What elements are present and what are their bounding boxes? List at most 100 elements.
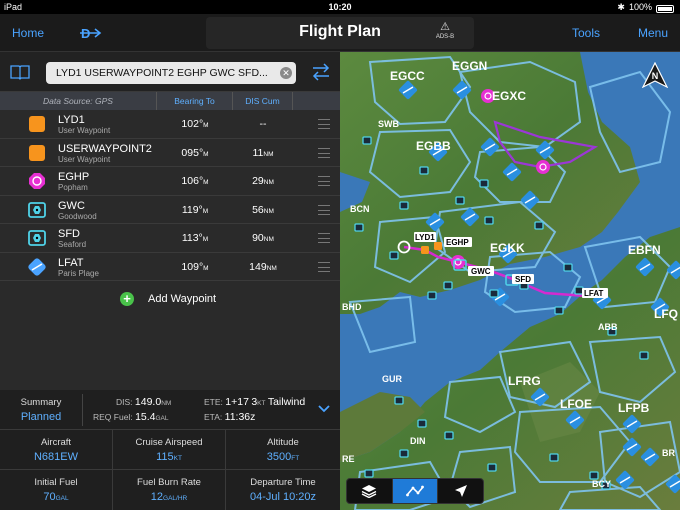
track-up-button[interactable] [438, 479, 483, 503]
bearing-header[interactable]: Bearing To [157, 92, 233, 110]
map-label: RE [342, 454, 355, 464]
altitude-cell[interactable]: Altitude 3500FT [226, 430, 340, 470]
add-waypoint-label: Add Waypoint [148, 293, 217, 305]
route-input[interactable]: LYD1 USERWAYPOINT2 EGHP GWC SFD... ✕ [46, 62, 296, 84]
departure-time-label: Departure Time [250, 477, 316, 488]
departure-time-value: 04-Jul 10:20z [249, 491, 317, 503]
map-label: LFAT [584, 289, 604, 298]
vor-icon [28, 230, 46, 246]
map-label: SFD [515, 275, 531, 284]
drag-handle-icon[interactable] [318, 204, 330, 215]
plus-icon: + [120, 292, 134, 306]
menu-button[interactable]: Menu [638, 14, 668, 52]
waypoint-name: Paris Plage [58, 268, 99, 278]
waypoint-distance: 11NM [252, 146, 274, 159]
map-label: BR [662, 448, 675, 458]
direct-to-button[interactable]: D [80, 14, 104, 52]
waypoint-bearing: 106°M [181, 175, 209, 187]
status-time: 10:20 [328, 2, 352, 12]
initial-fuel-label: Initial Fuel [34, 477, 78, 488]
drag-handle-icon[interactable] [318, 176, 330, 186]
table-row[interactable]: EGHP Popham 106°M 29NM [0, 167, 340, 196]
waypoint-name: Goodwood [58, 211, 97, 221]
table-row[interactable]: SFD Seaford 113°M 90NM [0, 224, 340, 253]
status-right: ✱ 100% [617, 0, 674, 14]
waypoint-distance: 90NM [252, 232, 274, 244]
waypoint-name: User Waypoint [58, 154, 111, 164]
map-label: EGBB [416, 139, 451, 153]
map-label: EGGN [452, 59, 487, 73]
battery-percent: 100% [628, 2, 652, 12]
vor-icon [28, 201, 46, 218]
fuel-burn-rate-label: Fuel Burn Rate [137, 477, 201, 488]
waypoint-bearing: 109°M [181, 260, 209, 273]
user-waypoint-icon [29, 144, 45, 161]
initial-fuel-value: 70GAL [43, 491, 69, 503]
distance-header[interactable]: DIS Cum [233, 92, 293, 110]
map-view[interactable]: EGCC EGGN EGXC SWB EGBB BCN LYD1 EGHP EG… [340, 52, 680, 510]
status-bar: iPad 10:20 ✱ 100% [0, 0, 680, 14]
waypoint-id: USERWAYPOINT2 [58, 142, 152, 155]
add-waypoint-button[interactable]: + Add Waypoint [0, 285, 340, 315]
drag-handle-icon[interactable] [318, 147, 330, 158]
layers-icon [362, 485, 377, 498]
map-label: ABB [598, 322, 618, 332]
map-canvas[interactable]: EGCC EGGN EGXC SWB EGBB BCN LYD1 EGHP EG… [340, 52, 680, 510]
chevron-down-icon[interactable] [318, 403, 330, 417]
cruise-airspeed-cell[interactable]: Cruise Airspeed 115KT [113, 430, 226, 470]
summary-header[interactable]: Summary Planned DIS: 149.0NM REQ Fuel: 1… [0, 390, 340, 430]
drag-handle-icon[interactable] [318, 119, 330, 129]
table-row[interactable]: LYD1 User Waypoint 102°M -- [0, 110, 340, 139]
table-row[interactable]: LFAT Paris Plage 109°M 149NM [0, 253, 340, 281]
initial-fuel-cell[interactable]: Initial Fuel 70GAL [0, 470, 113, 510]
clear-icon[interactable]: ✕ [280, 67, 292, 79]
aircraft-value: N681EW [33, 451, 79, 463]
tools-button[interactable]: Tools [572, 14, 600, 52]
waypoint-distance: -- [259, 118, 267, 130]
summary-divider [82, 394, 83, 426]
table-header: Data Source: GPS Bearing To DIS Cum [0, 92, 340, 110]
map-label: LFQ [654, 307, 678, 321]
table-row[interactable]: USERWAYPOINT2 User Waypoint 095°M 11NM [0, 139, 340, 167]
map-label: LFRG [508, 374, 541, 388]
north-up-icon[interactable]: N [642, 62, 668, 88]
waypoint-distance: 149NM [249, 260, 277, 273]
summary-label: Summary [20, 397, 62, 408]
map-label: LFOE [560, 397, 592, 411]
swap-arrows-icon [312, 63, 330, 81]
waypoint-name: Seaford [58, 240, 87, 249]
map-label: GUR [382, 374, 403, 384]
map-label: EGCC [390, 69, 425, 83]
summary-status: Planned [20, 411, 62, 423]
map-label: SWB [378, 119, 399, 129]
route-text: LYD1 USERWAYPOINT2 EGHP GWC SFD... [56, 67, 268, 79]
location-arrow-icon [454, 485, 467, 497]
map-label: EGKK [490, 241, 525, 255]
cruise-airspeed-label: Cruise Airspeed [135, 437, 203, 448]
book-icon[interactable] [10, 64, 30, 80]
waypoint-bearing: 113°M [181, 232, 209, 244]
user-waypoint-icon [29, 116, 45, 132]
waypoint-id: LFAT [58, 256, 84, 269]
drag-handle-icon[interactable] [318, 261, 330, 272]
nav-bar: Home D Flight Plan ⚠ ADS-B Tools Menu [0, 14, 680, 52]
waypoint-id: EGHP [58, 171, 90, 183]
departure-time-cell[interactable]: Departure Time 04-Jul 10:20z [226, 470, 340, 510]
map-label: EBFN [628, 243, 661, 257]
summary-panel: Summary Planned DIS: 149.0NM REQ Fuel: 1… [0, 390, 340, 510]
layers-button[interactable] [347, 479, 393, 503]
aircraft-cell[interactable]: Aircraft N681EW [0, 430, 113, 470]
reverse-route-button[interactable] [310, 62, 332, 82]
waypoint-id: SFD [58, 228, 80, 240]
route-edit-button[interactable] [392, 479, 439, 503]
table-row[interactable]: GWC Goodwood 119°M 56NM [0, 196, 340, 224]
battery-icon [656, 4, 674, 13]
home-button[interactable]: Home [12, 14, 44, 52]
airport-icon [29, 173, 45, 189]
route-icon [406, 485, 424, 497]
summary-grid: Aircraft N681EW Cruise Airspeed 115KT Al… [0, 430, 340, 510]
map-toolbar [346, 478, 484, 504]
fuel-burn-rate-cell[interactable]: Fuel Burn Rate 12GAL/HR [113, 470, 226, 510]
drag-handle-icon[interactable] [318, 233, 330, 243]
adsb-status[interactable]: ⚠ ADS-B [430, 21, 460, 41]
